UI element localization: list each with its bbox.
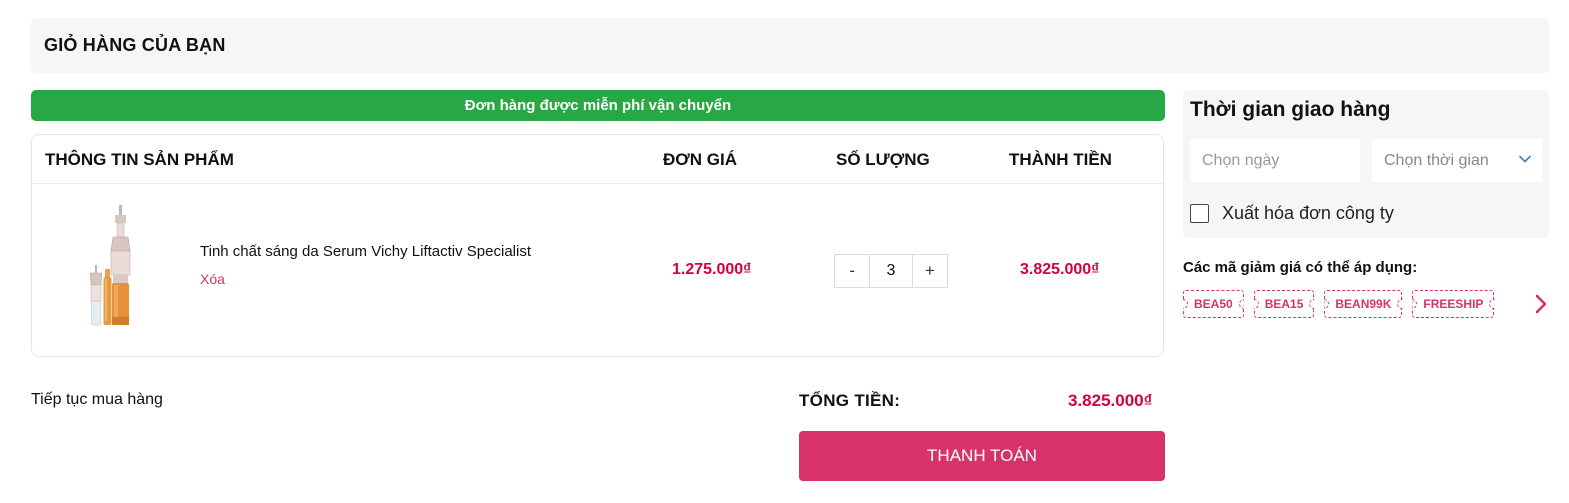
total-label: TỔNG TIỀN: [799,391,901,410]
unit-price: 1.275.000₫ [672,261,752,278]
coupon-section-title: Các mã giảm giá có thể áp dụng: [1183,259,1418,276]
column-header-product: THÔNG TIN SẢN PHẨM [45,150,234,169]
cart-table: THÔNG TIN SẢN PHẨM ĐƠN GIÁ SỐ LƯỢNG THÀN… [31,134,1164,357]
total-value: 3.825.000₫ [1068,391,1153,410]
coupon-list: BEA50 BEA15 BEAN99K FREESHIP [1183,290,1504,318]
time-select[interactable]: Chọn thời gian [1372,139,1542,182]
column-header-unit-price: ĐƠN GIÁ [663,150,738,169]
quantity-stepper: - 3 + [834,254,948,288]
product-name[interactable]: Tinh chất sáng da Serum Vichy Liftactiv … [200,243,531,260]
delivery-time-panel: Thời gian giao hàng Chọn thời gian Xuất … [1183,90,1549,238]
time-select-placeholder: Chọn thời gian [1384,151,1489,169]
coupon-code[interactable]: BEA15 [1253,290,1315,318]
date-picker-input[interactable] [1190,139,1360,182]
coupon-code[interactable]: BEA50 [1183,290,1244,318]
company-invoice-option[interactable]: Xuất hóa đơn công ty [1190,203,1394,224]
product-image [89,205,131,326]
coupon-code[interactable]: BEAN99K [1324,290,1403,318]
page-title: GIỎ HÀNG CỦA BẠN [44,34,226,55]
continue-shopping-link[interactable]: Tiếp tục mua hàng [31,391,163,409]
checkout-button[interactable]: THANH TOÁN [799,431,1165,481]
table-header: THÔNG TIN SẢN PHẨM ĐƠN GIÁ SỐ LƯỢNG THÀN… [32,135,1163,184]
column-header-line-total: THÀNH TIỀN [1009,150,1112,169]
cart-header: GIỎ HÀNG CỦA BẠN [31,18,1549,72]
delivery-title: Thời gian giao hàng [1190,98,1391,121]
quantity-input[interactable]: 3 [869,255,913,287]
coupon-code[interactable]: FREESHIP [1412,290,1495,318]
chevron-right-icon[interactable] [1533,292,1549,316]
remove-item-link[interactable]: Xóa [200,271,225,287]
company-invoice-label: Xuất hóa đơn công ty [1222,203,1394,223]
decrease-quantity-button[interactable]: - [835,255,869,287]
column-header-quantity: SỐ LƯỢNG [836,150,930,169]
line-total: 3.825.000₫ [1020,261,1100,278]
chevron-down-icon [1519,155,1531,163]
free-shipping-banner: Đơn hàng được miễn phí vận chuyển [31,90,1165,121]
increase-quantity-button[interactable]: + [913,255,947,287]
company-invoice-checkbox[interactable] [1190,204,1209,223]
